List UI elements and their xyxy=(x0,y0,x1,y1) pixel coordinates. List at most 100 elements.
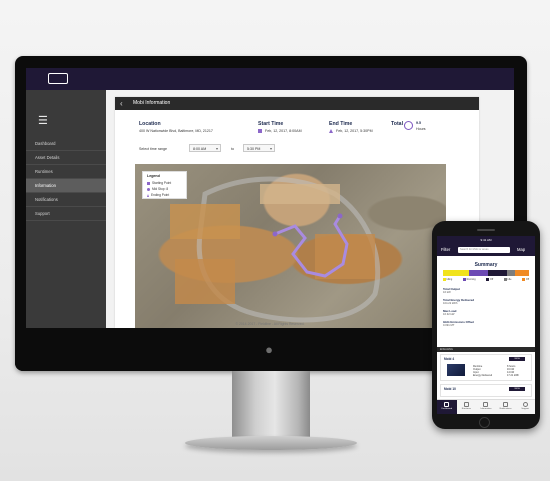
total-label: Total xyxy=(391,121,404,127)
runtimes-icon xyxy=(463,402,469,407)
tab-label: Notifications xyxy=(499,408,512,410)
hamburger-menu-icon[interactable]: ☰ xyxy=(38,116,50,127)
triangle-icon xyxy=(147,193,149,197)
map-legend: Legend Starting Point Mid Stop: 8 Ending… xyxy=(142,171,187,199)
clock-icon xyxy=(404,121,413,130)
bar-legend-item: Running xyxy=(463,278,476,282)
time-range-from-select[interactable]: 8:00 AM ▾ xyxy=(189,144,221,152)
legend-swatch xyxy=(522,278,525,281)
legend-swatch xyxy=(463,278,466,281)
chevron-down-icon: ▾ xyxy=(269,146,272,151)
stat-value: 0.091 MT xyxy=(443,324,455,327)
sidebar-item-asset-details[interactable]: Asset Details xyxy=(26,151,106,165)
bar-legend-item: Off xyxy=(486,278,493,282)
imac-stand-foot xyxy=(185,436,357,450)
stat-value: 104.22 kWh xyxy=(443,302,458,305)
status-bar-chart xyxy=(443,270,529,276)
apple-logo-icon: ● xyxy=(265,342,273,357)
legend-item: Starting Point xyxy=(147,181,171,185)
location-value: 400 W Nationwide Blvd, Baltimore, MD, 21… xyxy=(139,129,213,133)
imac-stand xyxy=(232,371,310,441)
brand-logo[interactable] xyxy=(48,73,68,84)
legend-item-label: Mid Stop: 8 xyxy=(152,187,169,191)
bar-segment xyxy=(515,270,529,276)
tab-label: Support xyxy=(521,408,530,410)
mobi-card-title: Mobi 4 xyxy=(444,357,455,361)
time-range-to-select[interactable]: 5:30 PM ▾ xyxy=(243,144,275,152)
status-bar-time: 9:41 AM xyxy=(437,236,535,244)
bar-segment xyxy=(487,270,507,276)
legend-swatch xyxy=(504,278,507,281)
sidebar-item-runtimes[interactable]: Runtimes xyxy=(26,165,106,179)
time-range-to-label: to xyxy=(231,147,234,151)
time-range-label: Select time range xyxy=(139,147,167,151)
total-hours-value: 9.5 xyxy=(416,121,421,125)
stat-value: 16 kW xyxy=(443,291,451,294)
sidebar-item-information[interactable]: Information xyxy=(26,179,106,193)
bell-icon xyxy=(503,402,509,407)
tab-notifications[interactable]: Notifications xyxy=(496,400,516,414)
home-button[interactable] xyxy=(479,417,490,428)
circle-icon xyxy=(147,187,150,191)
sidebar-item-support[interactable]: Support xyxy=(26,207,106,221)
tab-label: Runtimes xyxy=(461,408,472,410)
legend-item: Ending Point xyxy=(147,193,169,197)
bar-legend-item: Off xyxy=(522,278,529,282)
sidebar: ☰ Dashboard Asset Details Runtimes Infor… xyxy=(26,90,106,328)
view-button[interactable]: VIEW xyxy=(509,387,525,391)
legend-title: Legend xyxy=(147,174,160,178)
tab-label: Dashboard xyxy=(441,408,453,410)
mobi-card[interactable]: Mobi 10 VIEW xyxy=(440,384,532,397)
tab-runtimes[interactable]: Runtimes xyxy=(457,400,477,414)
information-icon xyxy=(483,402,489,407)
tab-information[interactable]: Information xyxy=(476,400,496,414)
start-time-value: Feb, 12, 2017, 8:00AM xyxy=(265,129,302,133)
chevron-down-icon: ▾ xyxy=(215,146,218,151)
bar-segment xyxy=(468,270,488,276)
start-square-icon xyxy=(258,129,262,133)
iphone-device: 9:41 AM Filter Search for Mobi or areas … xyxy=(432,221,540,429)
panel-header: ‹ Mobi Information xyxy=(115,97,479,110)
support-icon xyxy=(522,402,528,407)
bar-segment xyxy=(506,270,516,276)
search-input[interactable]: Search for Mobi or areas xyxy=(458,247,510,253)
kv-value: 17.21 kWh xyxy=(507,374,519,377)
total-hours-unit: Hours xyxy=(416,127,426,131)
time-range-from-value: 8:00 AM xyxy=(193,147,207,151)
summary-title: Summary xyxy=(474,262,498,268)
legend-swatch xyxy=(443,278,446,281)
top-bar xyxy=(26,68,514,90)
start-time-label: Start Time xyxy=(258,121,284,127)
time-range-to-value: 5:30 PM xyxy=(247,147,261,151)
view-button[interactable]: VIEW xyxy=(509,357,525,361)
stat-value: 16.32 kW xyxy=(443,313,455,316)
back-chevron-icon[interactable]: ‹ xyxy=(120,98,123,109)
legend-item: Mid Stop: 8 xyxy=(147,187,168,191)
generator-image xyxy=(447,364,465,376)
tab-dashboard[interactable]: Dashboard xyxy=(437,400,457,414)
bar-segment xyxy=(443,270,469,276)
panel-title: Mobi Information xyxy=(133,100,171,106)
square-icon xyxy=(147,181,150,185)
filter-button[interactable]: Filter xyxy=(441,244,450,256)
mobi-card[interactable]: Mobi 4 VIEW Runtime 8 hours Output 16 kW… xyxy=(440,354,532,381)
section-header: ENGAGING xyxy=(437,347,535,352)
map-button[interactable]: Map xyxy=(517,244,525,256)
phone-speaker xyxy=(477,229,495,231)
mobi-card-title: Mobi 10 xyxy=(444,387,456,391)
tab-support[interactable]: Support xyxy=(515,400,535,414)
end-time-label: End Time xyxy=(329,121,353,127)
sidebar-item-dashboard[interactable]: Dashboard xyxy=(26,137,106,151)
bar-legend-item: Idle xyxy=(504,278,511,282)
aerial-map[interactable]: Legend Starting Point Mid Stop: 8 Ending… xyxy=(135,164,446,328)
sidebar-item-notifications[interactable]: Notifications xyxy=(26,193,106,207)
info-panel: ‹ Mobi Information Location 400 W Nation… xyxy=(115,97,479,328)
end-triangle-icon xyxy=(329,129,333,133)
legend-item-label: Ending Point xyxy=(151,193,170,197)
location-label: Location xyxy=(139,121,161,127)
legend-swatch xyxy=(486,278,489,281)
end-time-value: Feb, 12, 2017, 5:30PM xyxy=(336,129,373,133)
dashboard-icon xyxy=(444,402,450,407)
tab-label: Information xyxy=(480,408,492,410)
phone-screen: 9:41 AM Filter Search for Mobi or areas … xyxy=(437,236,535,414)
